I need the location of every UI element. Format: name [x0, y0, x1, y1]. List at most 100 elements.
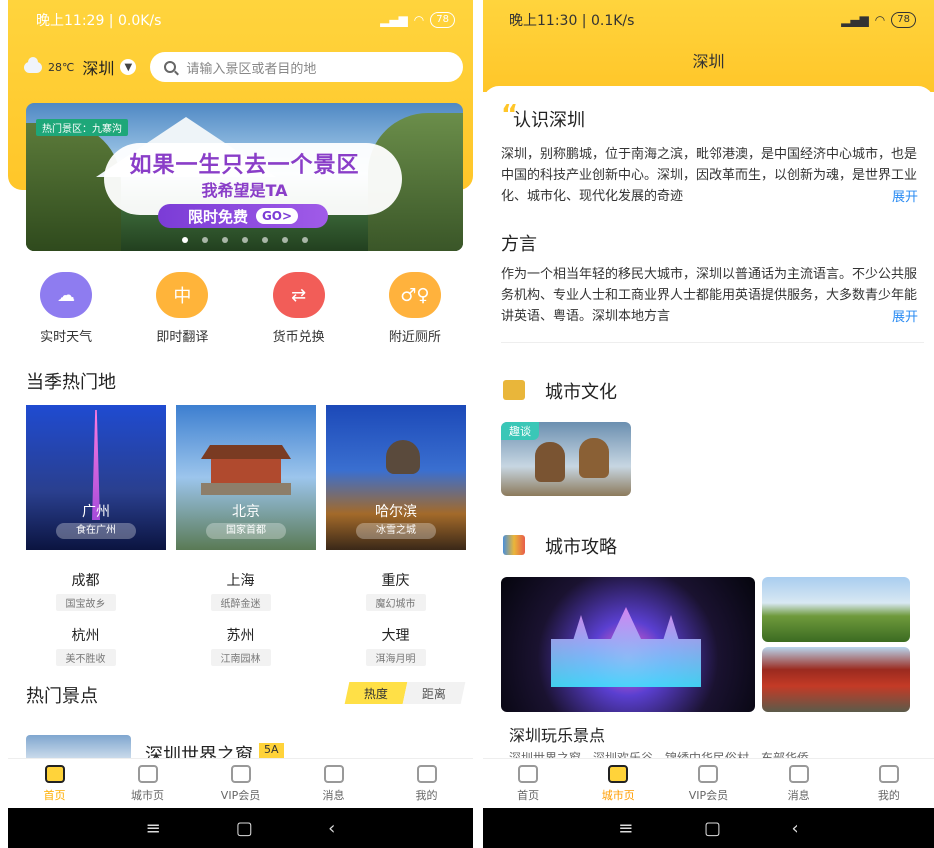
city-name: 上海 [226, 573, 255, 589]
tab-home[interactable]: 首页 [15, 764, 95, 803]
home-button-icon[interactable]: ▢ [704, 818, 721, 839]
tab-vip[interactable]: VIP会员 [201, 764, 281, 803]
tab-city[interactable]: 城市页 [108, 764, 188, 803]
city-item[interactable]: 成都 国宝故乡 [8, 570, 163, 611]
status-icons: ▂▄▆ ◠ 78 [380, 12, 455, 28]
city-sub: 美不胜收 [55, 649, 116, 666]
quick-label: 实时天气 [40, 330, 93, 345]
wifi-icon: ◠ [413, 13, 425, 27]
back-icon[interactable]: ‹ [792, 818, 799, 839]
city-sub: 魔幻城市 [365, 594, 426, 611]
quick-currency[interactable]: ⇄ 货币兑换 [254, 272, 344, 345]
location-row: 28℃ 深圳 ▼ 请输入景区或者目的地 [24, 52, 463, 82]
sort-hot-label: 热度 [363, 686, 388, 701]
know-expand-link[interactable]: 展开 [888, 186, 919, 205]
season-card-guangzhou[interactable]: 广州 食在广州 [26, 405, 166, 550]
status-bar: 晚上11:30 | 0.1K/s ▂▄▆ ◠ 78 [483, 0, 934, 40]
city-item[interactable]: 杭州 美不胜收 [8, 625, 163, 666]
palace-shape [201, 445, 291, 500]
status-time: 晚上11:30 | 0.1K/s [509, 13, 635, 29]
currency-icon: ⇄ [272, 272, 325, 318]
pagination-dot[interactable] [201, 237, 208, 243]
tab-city[interactable]: 城市页 [578, 764, 658, 803]
bell-icon [788, 764, 809, 783]
tab-messages[interactable]: 消息 [294, 764, 374, 803]
guide-side-image-2[interactable] [762, 647, 910, 712]
culture-flag-icon [503, 380, 525, 400]
know-text: 深圳，别称鹏城，位于南海之滨，毗邻港澳，是中国经济中心城市，也是中国的科技产业创… [501, 144, 923, 207]
status-time: 晚上11:29 | 0.0K/s [36, 13, 162, 29]
tab-mine[interactable]: 我的 [849, 764, 929, 803]
city-name: 成都 [71, 573, 100, 589]
dialect-text: 作为一个相当年轻的移民大城市，深圳以普通话为主流语言。不少公共服务机构、专业人士… [501, 264, 923, 327]
tab-label: 城市页 [131, 788, 164, 802]
sort-distance-tab[interactable]: 距离 [402, 682, 466, 704]
know-text-content: 深圳，别称鹏城，位于南海之滨，毗邻港澳，是中国经济中心城市，也是中国的科技产业创… [501, 147, 918, 204]
profile-icon [416, 764, 437, 783]
home-button-icon[interactable]: ▢ [236, 818, 253, 839]
season-card-sub: 国家首都 [206, 523, 286, 539]
season-card-harbin[interactable]: 哈尔滨 冰雪之城 [326, 405, 466, 550]
city-item[interactable]: 苏州 江南园林 [163, 625, 318, 666]
tab-mine[interactable]: 我的 [387, 764, 467, 803]
season-card-sub: 冰雪之城 [356, 523, 436, 539]
culture-tag: 趣谈 [501, 422, 539, 440]
home-icon [44, 764, 65, 783]
banner-tag: 热门景区：九寨沟 [36, 119, 128, 136]
vip-crown-icon [698, 764, 719, 783]
dialect-text-content: 作为一个相当年轻的移民大城市，深圳以普通话为主流语言。不少公共服务机构、专业人士… [501, 267, 918, 324]
weather-icon: ☁ [40, 272, 93, 318]
menu-icon[interactable]: ≡ [146, 818, 161, 839]
pagination-dot[interactable] [241, 237, 248, 243]
city-screen: 晚上11:30 | 0.1K/s ▂▄▆ ◠ 78 深圳 “ 认识深圳 深圳，别… [483, 0, 934, 848]
pagination-dot[interactable] [261, 237, 268, 243]
quick-translate[interactable]: 中 即时翻译 [137, 272, 227, 345]
battery-icon: 78 [891, 12, 916, 28]
city-dropdown-icon[interactable]: ▼ [120, 59, 137, 75]
promo-banner[interactable]: 热门景区：九寨沟 如果一生只去一个景区 我希望是TA 限时免费 GO> [26, 103, 463, 251]
tab-messages[interactable]: 消息 [759, 764, 839, 803]
dialect-title: 方言 [501, 234, 537, 255]
city-name: 大理 [381, 628, 410, 644]
city-item[interactable]: 重庆 魔幻城市 [318, 570, 473, 611]
system-nav-bar: ≡ ▢ ‹ [483, 808, 934, 848]
pagination-dot[interactable] [221, 237, 228, 243]
season-card-beijing[interactable]: 北京 国家首都 [176, 405, 316, 550]
scenic-title: 热门景点 [26, 686, 98, 707]
search-input[interactable]: 请输入景区或者目的地 [150, 52, 463, 82]
pagination-dot[interactable] [281, 237, 288, 243]
menu-icon[interactable]: ≡ [618, 818, 633, 839]
guide-main-image[interactable] [501, 577, 755, 712]
home-icon [518, 764, 539, 783]
cathedral-dome [386, 440, 420, 474]
quick-label: 附近厕所 [388, 330, 441, 345]
quick-toilet[interactable]: ♂♀ 附近厕所 [370, 272, 460, 345]
bear-figure [535, 442, 565, 482]
system-nav-bar: ≡ ▢ ‹ [8, 808, 473, 848]
city-item[interactable]: 大理 洱海月明 [318, 625, 473, 666]
culture-card[interactable]: 趣谈 [501, 422, 631, 496]
battery-icon: 78 [430, 12, 455, 28]
pagination-dot[interactable] [181, 237, 188, 243]
pagination-dot[interactable] [301, 237, 308, 243]
tab-label: VIP会员 [688, 788, 729, 802]
current-city[interactable]: 深圳 [82, 55, 114, 79]
back-icon[interactable]: ‹ [328, 818, 335, 839]
tab-vip[interactable]: VIP会员 [668, 764, 748, 803]
dialect-expand-link[interactable]: 展开 [888, 306, 919, 325]
banner-subline: 我希望是TA [201, 181, 288, 200]
tab-label: 首页 [43, 788, 66, 802]
banner-cta-button[interactable]: 限时免费 GO> [158, 204, 328, 228]
guide-side-image-1[interactable] [762, 577, 910, 642]
quick-weather[interactable]: ☁ 实时天气 [21, 272, 111, 345]
wifi-icon: ◠ [874, 13, 886, 27]
season-title: 当季热门地 [26, 372, 116, 393]
culture-title: 城市文化 [545, 382, 617, 403]
sort-hot-tab[interactable]: 热度 [344, 682, 408, 704]
city-item[interactable]: 上海 纸醉金迷 [163, 570, 318, 611]
city-sub: 洱海月明 [365, 649, 426, 666]
tab-home[interactable]: 首页 [488, 764, 568, 803]
translate-icon: 中 [156, 272, 209, 318]
weather-cloud-icon [24, 56, 42, 73]
tab-label: 消息 [322, 788, 345, 802]
